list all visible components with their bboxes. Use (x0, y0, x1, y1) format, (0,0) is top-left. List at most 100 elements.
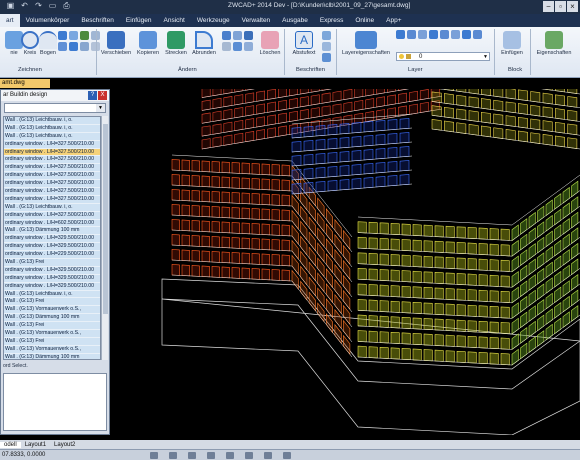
list-item[interactable]: ordinary window . L/H=327.500/210.00 (4, 172, 100, 181)
close-button[interactable]: × (567, 1, 578, 12)
list-item[interactable]: Wall . (G:13) Frei (4, 298, 100, 307)
list-item[interactable]: ordinary window . L/H=329.500/210.00 (4, 266, 100, 275)
point-icon[interactable] (69, 42, 78, 51)
minimize-button[interactable]: − (543, 1, 554, 12)
list-item[interactable]: Wall . (G:13) Leichtbauw. i, o. (4, 290, 100, 299)
menu-online[interactable]: Online (349, 14, 380, 27)
list-item[interactable]: ordinary window . L/H=327.500/210.00 (4, 180, 100, 189)
osnap-icon[interactable] (226, 452, 234, 459)
element-list[interactable]: Wall . (G:13) Leichtbauw. i, o. Wall . (G… (3, 116, 101, 360)
layer-state-icon[interactable] (396, 30, 405, 39)
tab-layout2[interactable]: Layout2 (50, 442, 79, 448)
list-item[interactable]: Wall . (G:13) Vormauerwerk o.S., (4, 306, 100, 315)
list-item[interactable]: ordinary window . L/H=329.500/210.00 (4, 243, 100, 252)
file-tab[interactable]: amt.dwg (0, 79, 50, 88)
close-panel-button[interactable]: X (98, 91, 107, 100)
maximize-button[interactable]: ▫ (555, 1, 566, 12)
tab-model[interactable]: odell (0, 441, 21, 448)
list-item[interactable]: Wall . (G:13) Vormauerwerk o.S., (4, 345, 100, 354)
menu-app-plus[interactable]: App+ (380, 14, 407, 27)
erase-button[interactable]: Löschen (256, 28, 284, 64)
list-item[interactable]: ordinary window . L/H=327.500/210.00 (4, 140, 100, 149)
list-item[interactable]: Wall . (G:13) Dämmung 100 mm (4, 314, 100, 323)
undo-icon[interactable]: ↶ (20, 1, 29, 11)
stretch-button[interactable]: Strecken (162, 28, 190, 64)
list-item[interactable]: ordinary window . L/H=602.500/210.00 (4, 219, 100, 228)
layer-properties-button[interactable]: Layereigenschaften (340, 28, 392, 64)
redo-icon[interactable]: ↷ (34, 1, 43, 11)
offset-icon[interactable] (244, 42, 253, 51)
list-item[interactable]: Wall . (G:13) Frei (4, 322, 100, 331)
hatch-icon[interactable] (80, 31, 89, 40)
help-button[interactable]: ? (88, 91, 97, 100)
list-item[interactable]: ordinary window . L/H=229.500/210.00 (4, 251, 100, 260)
list-item[interactable]: Wall . (G:13) Leichtbauw. i, o. (4, 132, 100, 141)
ellipse-icon[interactable] (58, 42, 67, 51)
list-item[interactable]: ordinary window . L/H=327.500/210.00 (4, 164, 100, 173)
list-item[interactable]: ordinary window . L/H=327.500/210.00 (4, 211, 100, 220)
layer-tool-icon[interactable] (418, 30, 427, 39)
list-item[interactable]: Wall . (G:13) Frei (4, 337, 100, 346)
polar-icon[interactable] (207, 452, 215, 459)
menu-verwalten[interactable]: Verwalten (236, 14, 277, 27)
menu-volumenkoerper[interactable]: Volumenkörper (20, 14, 76, 27)
otrack-icon[interactable] (245, 452, 253, 459)
list-item[interactable]: ordinary window . L/H=329.500/210.00 (4, 274, 100, 283)
open-icon[interactable]: ▭ (48, 1, 57, 11)
menu-start[interactable]: art (0, 14, 20, 27)
copy-button[interactable]: Kopieren (134, 28, 162, 64)
layer-tool-icon[interactable] (473, 30, 482, 39)
model-space-icon[interactable] (283, 452, 291, 459)
layer-combo[interactable]: 0 ▼ (396, 52, 490, 61)
snap-icon[interactable] (150, 452, 158, 459)
list-scrollbar[interactable] (101, 116, 108, 360)
list-item[interactable]: ordinary window . L/H=327.500/210.00 (4, 195, 100, 204)
layer-tool-icon[interactable] (462, 30, 471, 39)
region-icon[interactable] (80, 42, 89, 51)
list-item[interactable]: Wall . (G:13) Leichtbauw. i, o. (4, 203, 100, 212)
save-icon[interactable]: ▣ (6, 1, 15, 11)
insert-block-button[interactable]: Einfügen (498, 28, 526, 64)
menu-einfuegen[interactable]: Einfügen (120, 14, 158, 27)
layer-tool-icon[interactable] (407, 30, 416, 39)
table-icon[interactable] (322, 53, 331, 62)
lineweight-icon[interactable] (264, 452, 272, 459)
list-item[interactable]: ordinary window . L/H=327.500/210.00 (4, 148, 100, 157)
menu-ansicht[interactable]: Ansicht (158, 14, 191, 27)
menu-werkzeuge[interactable]: Werkzeuge (191, 14, 236, 27)
list-item[interactable]: ordinary window . L/H=329.500/210.00 (4, 282, 100, 291)
extend-icon[interactable] (233, 42, 242, 51)
trim-icon[interactable] (222, 42, 231, 51)
list-item[interactable]: ordinary window . L/H=329.500/210.00 (4, 235, 100, 244)
list-item[interactable]: Wall . (G:13) Vormauerwerk o.S., (4, 330, 100, 338)
tab-layout1[interactable]: Layout1 (21, 442, 50, 448)
menu-ausgabe[interactable]: Ausgabe (276, 14, 314, 27)
rotate-icon[interactable] (222, 31, 231, 40)
panel-filter-combo[interactable]: ▼ (4, 103, 106, 113)
list-item[interactable]: Wall . (G:13) Dämmung 100 mm (4, 227, 100, 236)
print-icon[interactable]: ⎙ (62, 1, 71, 11)
polyline-icon[interactable] (58, 31, 67, 40)
drawing-canvas[interactable] (112, 89, 580, 435)
dimension-icon[interactable] (322, 31, 331, 40)
properties-button[interactable]: Eigenschaften (534, 28, 574, 64)
ortho-icon[interactable] (188, 452, 196, 459)
list-item[interactable]: Wall . (G:13) Frei (4, 259, 100, 267)
layer-tool-icon[interactable] (451, 30, 460, 39)
list-item[interactable]: Wall . (G:13) Dämmung 100 mm (4, 353, 100, 359)
move-button[interactable]: Verschieben (100, 28, 132, 64)
scale-icon[interactable] (244, 31, 253, 40)
leader-icon[interactable] (322, 42, 331, 51)
list-item[interactable]: Wall . (G:13) Leichtbauw. i, o. (4, 117, 100, 125)
scrollbar-thumb[interactable] (103, 124, 108, 314)
list-item[interactable]: ordinary window . L/H=327.500/210.00 (4, 188, 100, 196)
menu-beschriften[interactable]: Beschriften (75, 14, 120, 27)
grid-icon[interactable] (169, 452, 177, 459)
mirror-icon[interactable] (233, 31, 242, 40)
fillet-button[interactable]: Abrunden (190, 28, 218, 64)
layer-tool-icon[interactable] (440, 30, 449, 39)
list-item[interactable]: Wall . (G:13) Leichtbauw. i, o. (4, 124, 100, 133)
rectangle-icon[interactable] (69, 31, 78, 40)
layer-tool-icon[interactable] (429, 30, 438, 39)
list-item[interactable]: ordinary window . L/H=327.500/210.00 (4, 156, 100, 165)
